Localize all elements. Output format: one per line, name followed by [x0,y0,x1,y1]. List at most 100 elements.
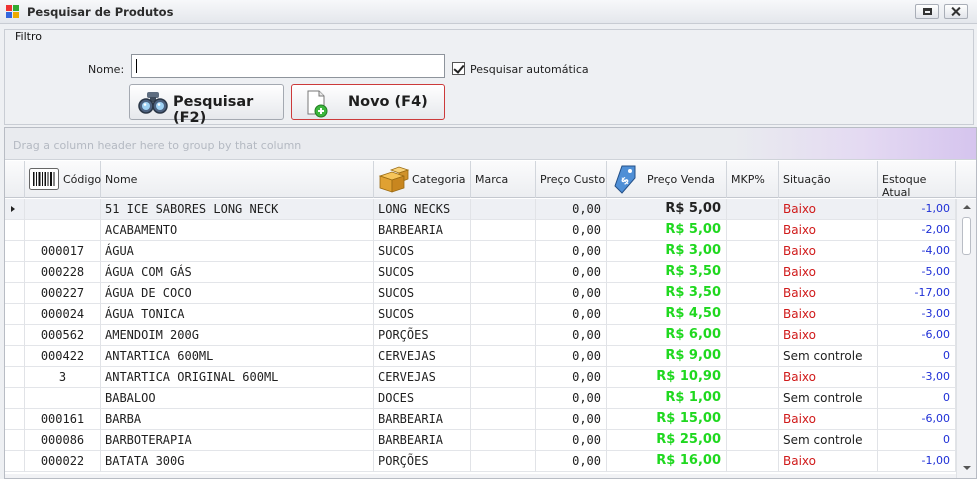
table-row[interactable]: ACABAMENTO BARBEARIA 0,00 R$ 5,00 Baixo -2,00 [5,220,956,241]
column-header-label: Preço Venda [647,173,715,186]
column-header-label: Nome [105,173,138,186]
close-button[interactable] [944,4,968,19]
new-button-label: Novo (F4) [348,94,428,110]
cell-mkp [727,388,779,409]
table-row[interactable]: 000422 ANTARTICA 600ML CERVEJAS 0,00 R$ 9,00… [5,346,956,367]
auto-search-checkbox[interactable] [452,62,465,75]
cell-marca [471,430,536,451]
table-row[interactable]: 000228 ÁGUA COM GÁS SUCOS 0,00 R$ 3,50 Baixo -… [5,262,956,283]
table-row[interactable]: 000022 BATATA 300G PORÇÕES 0,00 R$ 16,00 Baix… [5,451,956,472]
column-header-preco-venda[interactable]: $ Preço Venda [607,161,727,198]
cell-mkp [727,304,779,325]
column-header-categoria[interactable]: Categoria [374,161,471,198]
row-indicator [5,304,25,325]
restore-button[interactable] [915,4,939,19]
current-row-arrow-icon [11,206,15,212]
cell-estoque-atual: -6,00 [878,325,956,346]
cell-preco-venda: R$ 3,50 [607,283,727,304]
cell-preco-custo: 0,00 [536,346,607,367]
cell-codigo: 3 [25,367,101,388]
cell-codigo [25,388,101,409]
cell-situacao: Baixo [779,241,878,262]
scroll-up-icon[interactable] [963,205,971,209]
cell-mkp [727,241,779,262]
cell-mkp [727,451,779,472]
row-indicator [5,409,25,430]
cell-marca [471,220,536,241]
grid-header: Código Nome Categoria Marca Preço Custo [5,161,976,199]
table-row[interactable]: 000086 BARBOTERAPIA BARBEARIA 0,00 R$ 25,00 S… [5,430,956,451]
cell-situacao: Sem controle [779,388,878,409]
row-indicator [5,199,25,220]
cell-mkp [727,430,779,451]
cell-nome: BARBOTERAPIA [101,430,374,451]
row-indicator [5,241,25,262]
app-windows-icon [6,5,20,19]
column-header-estoque-atual[interactable]: Estoque Atual [878,161,956,199]
row-indicator [5,367,25,388]
row-indicator [5,283,25,304]
table-row[interactable]: 000562 AMENDOIM 200G PORÇÕES 0,00 R$ 6,00 Bai… [5,325,956,346]
cell-nome: 51 ICE SABORES LONG NECK [101,199,374,220]
column-header-mkp[interactable]: MKP% [727,161,779,198]
column-header-situacao[interactable]: Situação [779,161,878,198]
cell-preco-venda: R$ 1,00 [607,388,727,409]
vertical-scrollbar[interactable] [956,199,976,478]
cell-categoria: PORÇÕES [374,325,471,346]
horizontal-scrollbar[interactable] [5,474,956,478]
new-button[interactable]: Novo (F4) [291,84,445,120]
table-row[interactable]: 51 ICE SABORES LONG NECK LONG NECKS 0,00 R$… [5,199,956,220]
table-row[interactable]: BABALOO DOCES 0,00 R$ 1,00 Sem controle 0 [5,388,956,409]
cell-situacao: Sem controle [779,346,878,367]
cell-codigo: 000024 [25,304,101,325]
search-button[interactable]: Pesquisar (F2) [129,84,284,126]
cell-categoria: CERVEJAS [374,367,471,388]
cell-preco-custo: 0,00 [536,241,607,262]
group-by-panel[interactable]: Drag a column header here to group by th… [5,128,976,160]
cell-situacao: Baixo [779,283,878,304]
boxes-icon [378,166,410,193]
cell-situacao: Baixo [779,199,878,220]
cell-preco-custo: 0,00 [536,430,607,451]
cell-marca [471,409,536,430]
cell-mkp [727,409,779,430]
window-title: Pesquisar de Produtos [27,5,174,19]
name-input[interactable] [131,54,445,78]
column-header-marca[interactable]: Marca [471,161,536,198]
cell-mkp [727,262,779,283]
column-header-preco-custo[interactable]: Preço Custo [536,161,607,198]
cell-preco-venda: R$ 25,00 [607,430,727,451]
cell-categoria: CERVEJAS [374,346,471,367]
cell-estoque-atual: -3,00 [878,367,956,388]
cell-preco-custo: 0,00 [536,388,607,409]
row-indicator [5,430,25,451]
cell-codigo: 000086 [25,430,101,451]
cell-mkp [727,199,779,220]
scroll-thumb[interactable] [962,217,971,255]
cell-categoria: SUCOS [374,283,471,304]
cell-estoque-atual: -3,00 [878,304,956,325]
column-header-label: Categoria [412,173,466,186]
row-indicator [5,451,25,472]
cell-situacao: Baixo [779,262,878,283]
table-row[interactable]: 3 ANTARTICA ORIGINAL 600ML CERVEJAS 0,00 R$ … [5,367,956,388]
price-tag-icon: $ [614,165,636,194]
table-row[interactable]: 000017 ÁGUA SUCOS 0,00 R$ 3,00 Baixo -4,00 [5,241,956,262]
row-indicator [5,220,25,241]
cell-nome: ANTARTICA ORIGINAL 600ML [101,367,374,388]
column-header-nome[interactable]: Nome [101,161,374,198]
cell-nome: ÁGUA COM GÁS [101,262,374,283]
table-row[interactable]: 000024 ÁGUA TONICA SUCOS 0,00 R$ 4,50 Baixo -3… [5,304,956,325]
scroll-down-icon[interactable] [963,466,971,470]
table-row[interactable]: 000227 ÁGUA DE COCO SUCOS 0,00 R$ 3,50 Baixo -… [5,283,956,304]
cell-codigo [25,199,101,220]
restore-icon [923,8,932,15]
cell-mkp [727,283,779,304]
cell-nome: ANTARTICA 600ML [101,346,374,367]
column-header-codigo[interactable]: Código [25,161,101,198]
table-row[interactable]: 000161 BARBA BARBEARIA 0,00 R$ 15,00 Baixo -6,… [5,409,956,430]
row-indicator [5,325,25,346]
cell-nome: BARBA [101,409,374,430]
cell-estoque-atual: -1,00 [878,199,956,220]
cell-categoria: BARBEARIA [374,409,471,430]
